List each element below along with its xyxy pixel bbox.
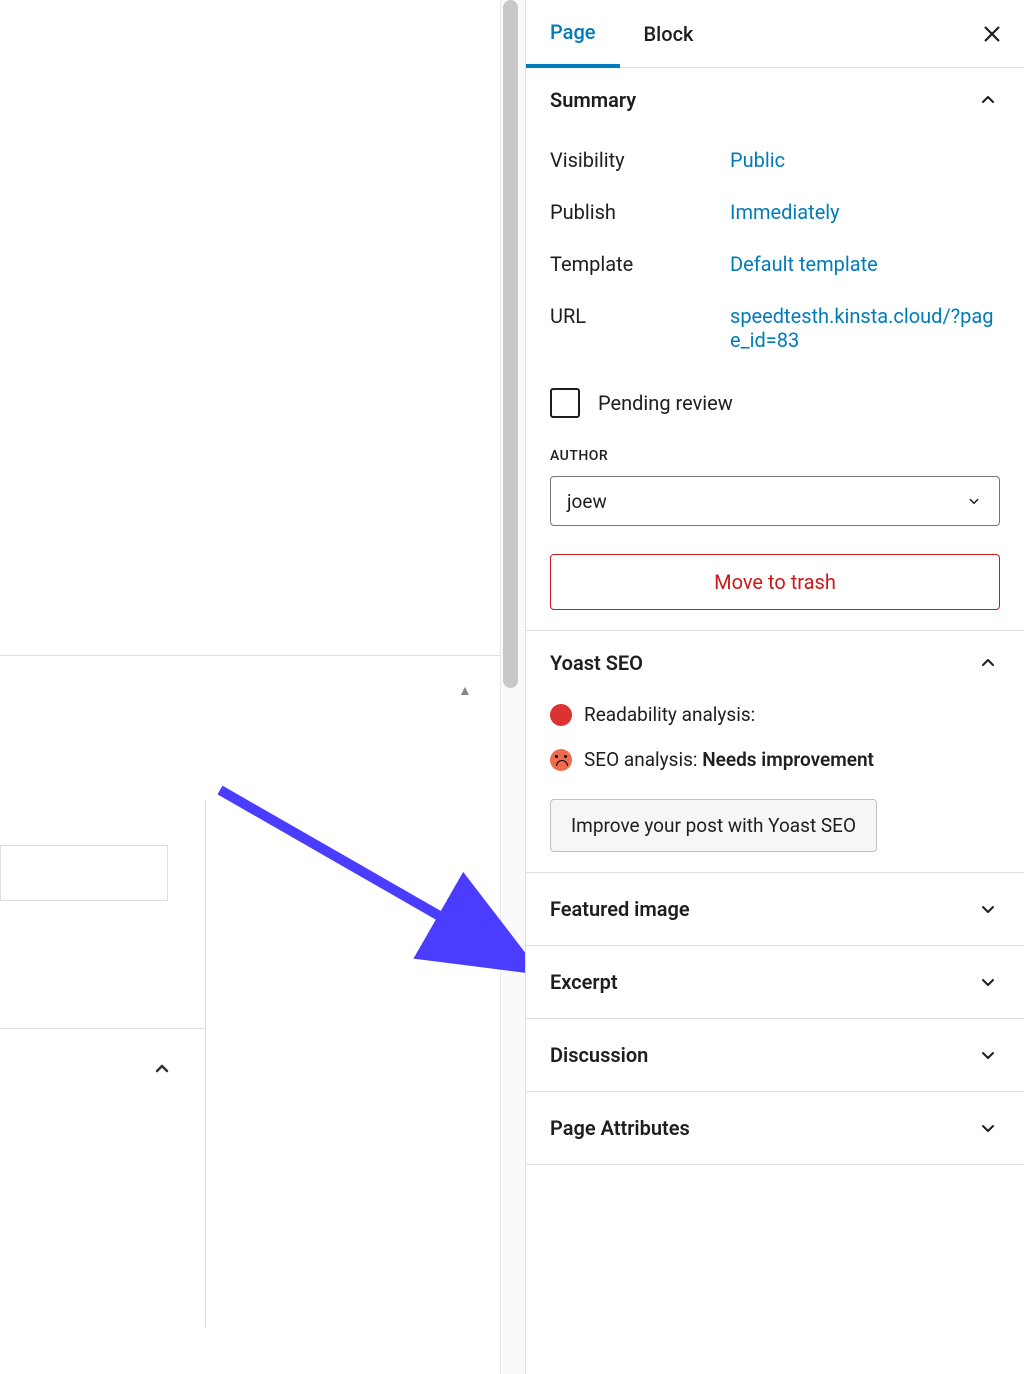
discussion-title: Discussion: [550, 1043, 648, 1067]
chevron-down-icon: [976, 970, 1000, 994]
discussion-panel[interactable]: Discussion: [526, 1019, 1024, 1092]
visibility-label: Visibility: [550, 148, 730, 172]
readability-label: Readability analysis:: [584, 703, 755, 726]
visibility-value[interactable]: Public: [730, 148, 1000, 172]
summary-title: Summary: [550, 88, 636, 112]
template-label: Template: [550, 252, 730, 276]
chevron-up-icon: [976, 651, 1000, 675]
chevron-down-icon: [976, 897, 1000, 921]
readability-indicator-icon: [550, 704, 572, 726]
author-section: AUTHOR joew: [550, 448, 1000, 526]
summary-panel-header[interactable]: Summary: [550, 88, 1000, 112]
editor-canvas: ▲: [0, 0, 500, 1374]
url-value[interactable]: speedtesth.kinsta.cloud/?page_id=83: [730, 304, 1000, 352]
pending-review-row: Pending review: [550, 388, 1000, 418]
tab-page[interactable]: Page: [526, 0, 620, 68]
yoast-panel: Yoast SEO Readability analysis: SEO anal…: [526, 631, 1024, 873]
template-row: Template Default template: [550, 252, 1000, 276]
template-value[interactable]: Default template: [730, 252, 1000, 276]
editor-divider: [0, 655, 500, 656]
yoast-panel-header[interactable]: Yoast SEO: [550, 651, 1000, 675]
chevron-up-icon: [976, 88, 1000, 112]
excerpt-title: Excerpt: [550, 970, 618, 994]
chevron-up-icon[interactable]: [150, 1057, 174, 1081]
featured-image-title: Featured image: [550, 897, 690, 921]
author-value: joew: [567, 490, 607, 513]
author-label: AUTHOR: [550, 448, 1000, 464]
chevron-down-icon: [965, 492, 983, 510]
publish-value[interactable]: Immediately: [730, 200, 1000, 224]
settings-sidebar: Page Block Summary Visibility Public Pub…: [525, 0, 1024, 1374]
readability-row[interactable]: Readability analysis:: [550, 703, 1000, 726]
seo-label: SEO analysis:: [584, 748, 697, 771]
page-attributes-panel[interactable]: Page Attributes: [526, 1092, 1024, 1165]
seo-status: Needs improvement: [702, 748, 874, 771]
collapse-up-icon[interactable]: ▲: [458, 682, 472, 699]
publish-row: Publish Immediately: [550, 200, 1000, 224]
url-row: URL speedtesth.kinsta.cloud/?page_id=83: [550, 304, 1000, 352]
editor-meta-box-field[interactable]: [0, 845, 168, 901]
yoast-title: Yoast SEO: [550, 651, 643, 675]
page-attributes-title: Page Attributes: [550, 1116, 690, 1140]
move-to-trash-button[interactable]: Move to trash: [550, 554, 1000, 610]
yoast-improve-button[interactable]: Improve your post with Yoast SEO: [550, 799, 877, 852]
editor-meta-box: [0, 800, 206, 1028]
chevron-down-icon: [976, 1116, 1000, 1140]
featured-image-panel[interactable]: Featured image: [526, 873, 1024, 946]
url-label: URL: [550, 304, 730, 352]
publish-label: Publish: [550, 200, 730, 224]
visibility-row: Visibility Public: [550, 148, 1000, 172]
excerpt-panel[interactable]: Excerpt: [526, 946, 1024, 1019]
tab-block[interactable]: Block: [620, 0, 718, 68]
author-select[interactable]: joew: [550, 476, 1000, 526]
close-icon: [980, 22, 1004, 46]
seo-analysis-row[interactable]: SEO analysis: Needs improvement: [550, 748, 1000, 771]
close-sidebar-button[interactable]: [976, 18, 1008, 50]
seo-indicator-sad-icon: [550, 749, 572, 771]
editor-meta-box-2: [0, 1028, 206, 1328]
chevron-down-icon: [976, 1043, 1000, 1067]
pending-review-checkbox[interactable]: [550, 388, 580, 418]
pending-review-label: Pending review: [598, 391, 733, 415]
sidebar-tabs: Page Block: [526, 0, 1024, 68]
summary-panel: Summary Visibility Public Publish Immedi…: [526, 68, 1024, 631]
scrollbar-thumb[interactable]: [503, 0, 518, 688]
